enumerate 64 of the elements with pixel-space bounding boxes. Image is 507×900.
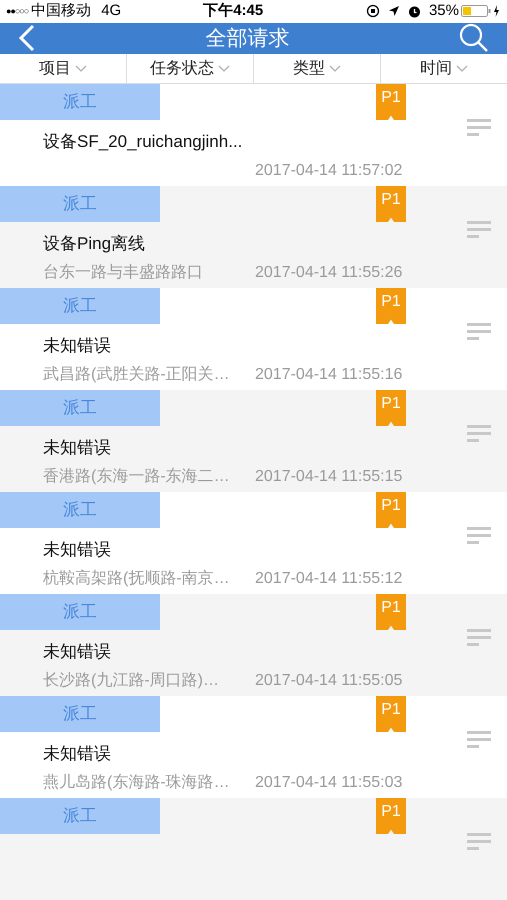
menu-lines-icon[interactable] xyxy=(467,833,491,851)
network-type: 4G xyxy=(101,1,122,21)
request-address: 台东一路与丰盛路路口 xyxy=(43,262,204,283)
request-type-tag: 派工 xyxy=(0,390,160,426)
request-address: 燕儿岛路(东海路-珠海路… xyxy=(43,772,231,793)
battery-charging-icon xyxy=(461,4,501,18)
menu-lines-icon[interactable] xyxy=(467,221,491,239)
back-icon[interactable] xyxy=(18,24,36,52)
request-type-tag: 派工 xyxy=(0,186,160,222)
battery-percent: 35% xyxy=(428,1,459,21)
request-title: 未知错误 xyxy=(43,641,112,663)
request-type-tag: 派工 xyxy=(0,288,160,324)
request-type-tag: 派工 xyxy=(0,696,160,732)
menu-lines-icon[interactable] xyxy=(467,731,491,749)
request-time: 2017-04-14 11:55:26 xyxy=(255,263,402,283)
request-type-tag: 派工 xyxy=(0,84,160,120)
filter-dropdown[interactable]: 项目 xyxy=(0,54,126,83)
chevron-down-icon xyxy=(329,64,341,72)
priority-badge: P1 xyxy=(376,696,406,732)
request-time: 2017-04-14 11:55:03 xyxy=(255,773,402,793)
request-type-tag: 派工 xyxy=(0,492,160,528)
menu-lines-icon[interactable] xyxy=(467,425,491,443)
request-type-tag: 派工 xyxy=(0,798,160,834)
request-title: 未知错误 xyxy=(43,335,112,357)
search-icon[interactable] xyxy=(459,23,489,54)
request-type-tag: 派工 xyxy=(0,594,160,630)
location-arrow-icon xyxy=(388,5,400,18)
request-address: 杭鞍高架路(抚顺路-南京… xyxy=(43,568,231,589)
carrier-name: 中国移动 xyxy=(31,1,92,21)
priority-badge: P1 xyxy=(376,492,406,528)
filter-dropdown[interactable]: 时间 xyxy=(380,54,507,83)
request-address: 香港路(东海一路-东海二… xyxy=(43,466,231,487)
priority-badge: P1 xyxy=(376,798,406,834)
request-time: 2017-04-14 11:55:15 xyxy=(255,467,402,487)
page-title: 全部请求 xyxy=(204,26,290,52)
lock-rotation-icon xyxy=(366,4,380,18)
priority-badge: P1 xyxy=(376,84,406,120)
menu-lines-icon[interactable] xyxy=(467,119,491,137)
menu-lines-icon[interactable] xyxy=(467,629,491,647)
request-address: 长沙路(九江路-周口路)… xyxy=(43,670,220,691)
request-time: 2017-04-14 11:57:02 xyxy=(255,161,402,181)
request-time: 2017-04-14 11:55:12 xyxy=(255,569,402,589)
request-title: 未知错误 xyxy=(43,437,112,459)
filter-dropdown[interactable]: 任务状态 xyxy=(126,54,253,83)
chevron-down-icon xyxy=(75,64,87,72)
alarm-clock-icon xyxy=(408,4,421,18)
request-title: 未知错误 xyxy=(43,539,112,561)
signal-dots: ●●○○○ xyxy=(6,4,28,18)
priority-badge: P1 xyxy=(376,288,406,324)
request-address: 武昌路(武胜关路-正阳关… xyxy=(43,364,231,385)
menu-lines-icon[interactable] xyxy=(467,527,491,545)
priority-badge: P1 xyxy=(376,186,406,222)
request-title: 设备SF_20_ruichangjinh... xyxy=(43,131,244,153)
priority-badge: P1 xyxy=(376,594,406,630)
priority-badge: P1 xyxy=(376,390,406,426)
request-time: 2017-04-14 11:55:05 xyxy=(255,671,402,691)
request-time: 2017-04-14 11:55:16 xyxy=(255,365,402,385)
request-title: 设备Ping离线 xyxy=(43,233,146,255)
chevron-down-icon xyxy=(456,64,468,72)
filter-dropdown[interactable]: 类型 xyxy=(253,54,380,83)
menu-lines-icon[interactable] xyxy=(467,323,491,341)
request-title: 未知错误 xyxy=(43,743,112,765)
chevron-down-icon xyxy=(218,64,230,72)
clock-time: 下午4:45 xyxy=(203,1,264,21)
